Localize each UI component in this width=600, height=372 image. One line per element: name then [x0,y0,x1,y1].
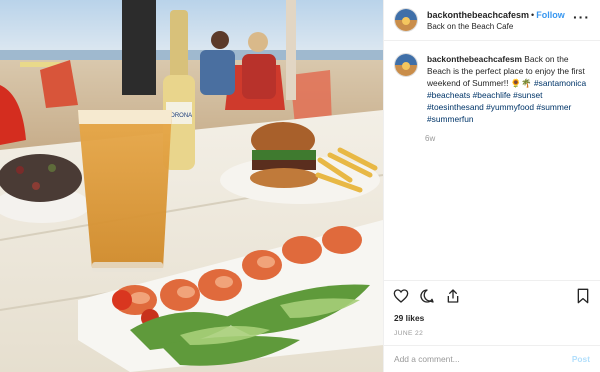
hashtag[interactable]: #santamonica [534,78,586,88]
caption-time: 6w [425,134,436,143]
post-comment-button[interactable]: Post [572,354,590,364]
likes-count[interactable]: 29 likes [384,311,600,327]
hashtag[interactable]: #toesinthesand [427,102,484,112]
bookmark-icon[interactable] [576,288,590,304]
comments-section: backonthebeachcafesm Back on the Beach i… [384,41,600,280]
caption-avatar[interactable] [394,53,418,77]
more-options-icon[interactable]: ··· [573,10,590,24]
caption-username[interactable]: backonthebeachcafesm [427,54,522,64]
sunset-avatar-icon [395,9,417,31]
hashtag[interactable]: #yummyfood [486,102,534,112]
follow-button[interactable]: Follow [536,10,565,20]
avatar[interactable] [394,8,418,32]
hashtag[interactable]: #beacheats [427,90,470,100]
sunset-avatar-icon [395,54,417,76]
header-username[interactable]: backonthebeachcafesm [427,10,529,20]
location-link[interactable]: Back on the Beach Cafe [427,21,565,33]
caption-text: backonthebeachcafesm Back on the Beach i… [427,53,587,125]
caption: backonthebeachcafesm Back on the Beach i… [394,53,590,125]
post-photo[interactable]: CORONA [0,0,383,372]
separator-dot: • [531,9,535,20]
hashtag[interactable]: #sunset [513,90,542,100]
post-date: JUNE 22 [394,330,424,337]
comment-icon[interactable] [419,288,435,304]
hashtag[interactable]: #summer [536,102,571,112]
post-header: backonthebeachcafesm • Follow Back on the … [384,0,600,41]
add-comment-bar: Post [384,345,600,372]
hashtag[interactable]: #beachlife [473,90,511,100]
instagram-post: CORONA backonthebeachcafesm • Follow Bac… [0,0,600,372]
heart-icon[interactable] [393,288,409,304]
action-bar [384,280,600,311]
post-sidebar: backonthebeachcafesm • Follow Back on the … [383,0,600,372]
hashtag[interactable]: #summerfun [427,114,474,124]
comment-input[interactable] [394,354,572,364]
share-icon[interactable] [445,288,461,304]
food-photo-illustration: CORONA [0,0,383,372]
